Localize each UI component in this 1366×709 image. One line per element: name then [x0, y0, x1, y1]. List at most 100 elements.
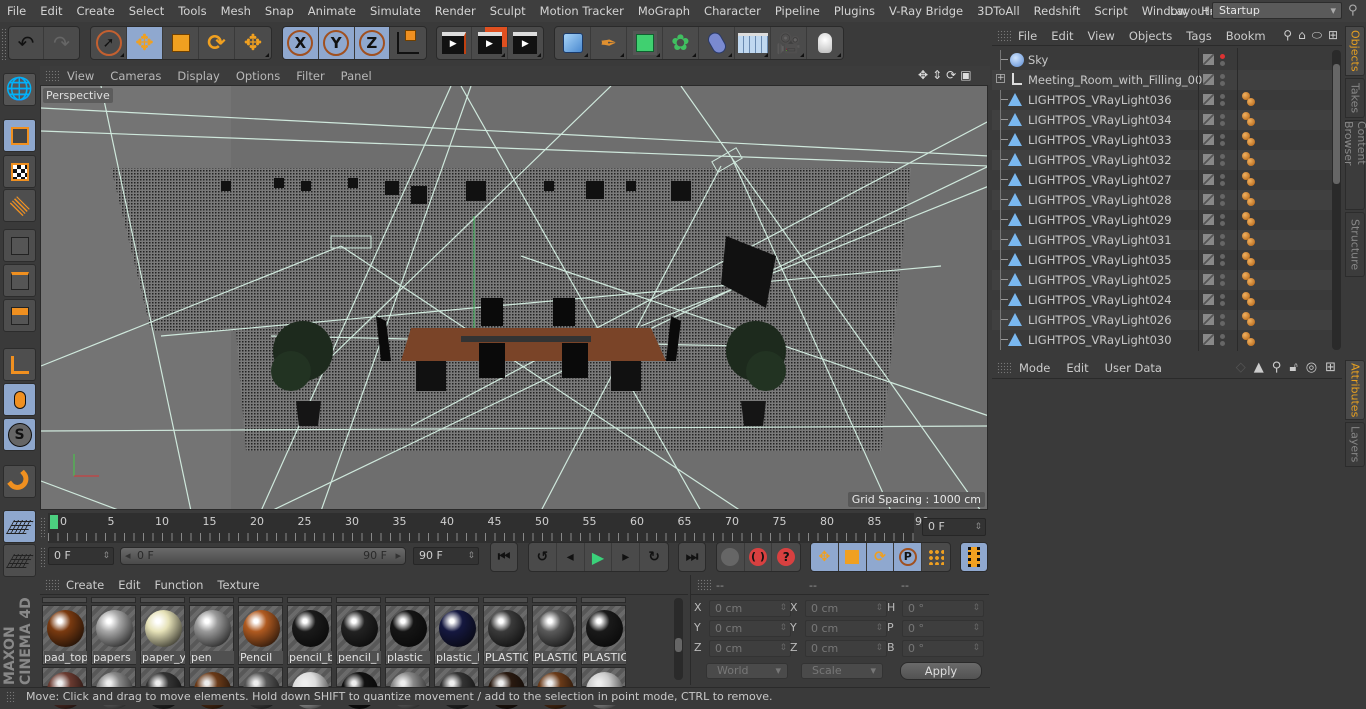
coordinates-grip[interactable]: [697, 579, 711, 591]
scale-button[interactable]: [163, 27, 199, 59]
object-menu-objects[interactable]: Objects: [1122, 29, 1179, 43]
start-frame-field[interactable]: 0 F: [48, 547, 114, 565]
object-row[interactable]: LIGHTPOS_VRayLight036: [992, 90, 1332, 110]
material-swatch-partial[interactable]: [42, 597, 87, 603]
timeline-window-button[interactable]: [961, 543, 987, 571]
material-swatch-partial[interactable]: [434, 597, 479, 603]
layer-toggle-icon[interactable]: [1203, 114, 1214, 125]
material-swatch[interactable]: [483, 667, 528, 709]
material-swatch[interactable]: PLASTIC: [483, 605, 528, 665]
recent-tool-button[interactable]: ✥: [235, 27, 271, 59]
menu-pipeline[interactable]: Pipeline: [768, 0, 827, 22]
attribute-menu-edit[interactable]: Edit: [1058, 361, 1096, 375]
key-scale-button[interactable]: [838, 543, 867, 571]
workplane-sync-button[interactable]: [3, 544, 36, 577]
cloner-button[interactable]: ✿: [663, 27, 699, 59]
attribute-menu-mode[interactable]: Mode: [1011, 361, 1058, 375]
key-position-button[interactable]: ✥: [811, 543, 839, 571]
vray-tag-icon[interactable]: [1242, 272, 1258, 288]
material-swatch[interactable]: [336, 667, 381, 709]
polygons-mode-button[interactable]: [3, 299, 36, 332]
material-menu-texture[interactable]: Texture: [210, 578, 266, 592]
solo-mode-button[interactable]: S: [3, 418, 36, 451]
object-row[interactable]: LIGHTPOS_VRayLight035: [992, 250, 1332, 270]
vray-tag-icon[interactable]: [1242, 92, 1258, 108]
material-swatch[interactable]: Pencil: [238, 605, 283, 665]
vray-tag-icon[interactable]: [1242, 172, 1258, 188]
redo-button[interactable]: ↷: [44, 27, 79, 59]
vray-tag-icon[interactable]: [1242, 192, 1258, 208]
menu-mograph[interactable]: MoGraph: [631, 0, 697, 22]
material-swatch-partial[interactable]: [140, 597, 185, 603]
visibility-dots-icon[interactable]: [1220, 333, 1225, 347]
coordinate-system-button[interactable]: [390, 27, 426, 59]
material-menu-create[interactable]: Create: [59, 578, 111, 592]
visibility-dots-icon[interactable]: [1220, 133, 1225, 147]
attribute-grip[interactable]: [997, 361, 1011, 374]
material-swatch[interactable]: [91, 667, 136, 709]
go-to-start-button[interactable]: ⏮: [491, 543, 517, 571]
search-icon[interactable]: ⚲: [1272, 360, 1282, 375]
position-x-field[interactable]: 0 cm: [709, 600, 791, 617]
dolly-view-icon[interactable]: ⇕: [932, 68, 942, 82]
layer-toggle-icon[interactable]: [1203, 314, 1214, 325]
menu-motion-tracker[interactable]: Motion Tracker: [533, 0, 631, 22]
position-z-field[interactable]: 0 cm: [709, 640, 791, 657]
object-menu-file[interactable]: File: [1011, 29, 1044, 43]
layer-toggle-icon[interactable]: [1203, 94, 1214, 105]
visibility-dots-icon[interactable]: [1220, 273, 1225, 287]
material-swatch-partial[interactable]: [532, 597, 577, 603]
size-y-field[interactable]: 0 cm: [805, 620, 887, 637]
model-mode-button[interactable]: [3, 119, 36, 152]
workplane-mode-button[interactable]: [3, 189, 36, 222]
visibility-dots-icon[interactable]: [1220, 213, 1225, 227]
object-row[interactable]: LIGHTPOS_VRayLight026: [992, 310, 1332, 330]
perspective-viewport[interactable]: Perspective Grid Spacing : 1000 cm: [40, 85, 988, 510]
material-swatch[interactable]: PLASTIC: [581, 605, 626, 665]
material-swatch-partial[interactable]: [189, 597, 234, 603]
rotation-p-field[interactable]: 0 °: [902, 620, 984, 637]
object-grip[interactable]: [997, 29, 1011, 42]
vray-tag-icon[interactable]: [1242, 132, 1258, 148]
object-scrollbar[interactable]: [1332, 50, 1341, 350]
vray-tag-icon[interactable]: [1242, 152, 1258, 168]
subdivision-surface-button[interactable]: [627, 27, 663, 59]
material-swatch[interactable]: [140, 667, 185, 709]
layout-dropdown[interactable]: Startup: [1212, 2, 1342, 19]
material-swatch[interactable]: pencil_l: [336, 605, 381, 665]
material-swatch[interactable]: PLASTIC: [532, 605, 577, 665]
axis-mode-button[interactable]: [3, 348, 36, 381]
viewport-grip[interactable]: [45, 69, 59, 82]
visibility-dots-icon[interactable]: [1220, 53, 1225, 67]
render-view-button[interactable]: ▶: [437, 27, 473, 59]
material-swatch-partial[interactable]: [581, 597, 626, 603]
layer-toggle-icon[interactable]: [1203, 74, 1214, 85]
viewport-menu-cameras[interactable]: Cameras: [102, 69, 169, 83]
key-rotation-button[interactable]: ⟳: [866, 543, 895, 571]
object-row[interactable]: + Meeting_Room_with_Filling_001: [992, 70, 1332, 90]
object-row[interactable]: LIGHTPOS_VRayLight028: [992, 190, 1332, 210]
frame-range-slider[interactable]: ◂ 0 F 90 F ▸: [120, 547, 406, 565]
pan-view-icon[interactable]: ✥: [918, 68, 928, 82]
size-x-field[interactable]: 0 cm: [805, 600, 887, 617]
target-icon[interactable]: ◎: [1306, 360, 1317, 375]
viewport-menu-filter[interactable]: Filter: [288, 69, 332, 83]
snap-button[interactable]: [3, 465, 36, 498]
home-icon[interactable]: ⌂: [1298, 28, 1306, 43]
material-swatch-partial[interactable]: [483, 597, 528, 603]
history-icon[interactable]: ◇: [1236, 360, 1246, 375]
timeline-ruler[interactable]: 051015202530354045505560657075808590: [48, 513, 929, 543]
tweak-mode-button[interactable]: [3, 383, 36, 416]
make-editable-button[interactable]: 🌐: [3, 73, 36, 106]
playback-grip[interactable]: [40, 547, 45, 567]
x-axis-button[interactable]: X: [283, 27, 319, 59]
rotation-h-field[interactable]: 0 °: [902, 600, 984, 617]
material-swatch[interactable]: pen: [189, 605, 234, 665]
key-pla-button[interactable]: [922, 543, 950, 571]
visibility-dots-icon[interactable]: [1220, 113, 1225, 127]
attribute-menu-user-data[interactable]: User Data: [1097, 361, 1170, 375]
layer-toggle-icon[interactable]: [1203, 334, 1214, 345]
material-swatch[interactable]: pencil_b: [287, 605, 332, 665]
previous-frame-button[interactable]: ◂: [557, 543, 585, 571]
vray-tag-icon[interactable]: [1242, 292, 1258, 308]
